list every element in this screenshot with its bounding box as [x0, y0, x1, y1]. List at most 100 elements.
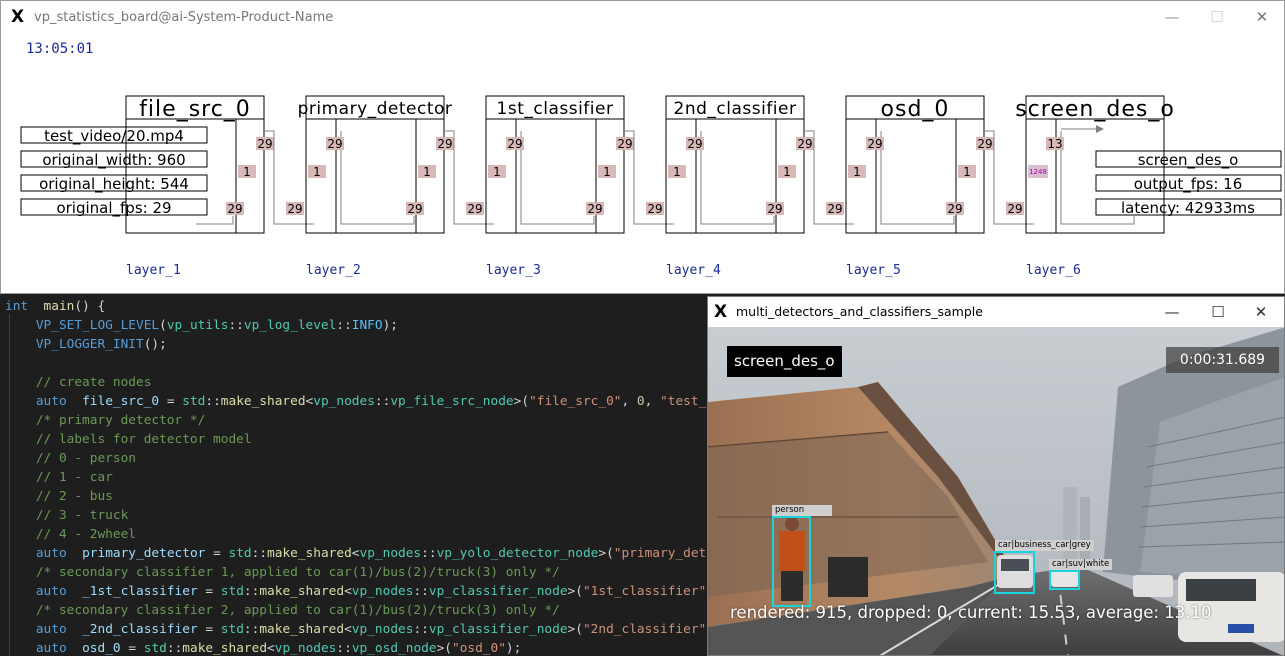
code-editor[interactable]: int main() { VP_SET_LOG_LEVEL(vp_utils::… [0, 295, 708, 656]
code-token: std [182, 394, 206, 409]
code-line[interactable]: // 4 - 2wheel [5, 525, 136, 544]
code-line[interactable]: /* secondary classifier 1, applied to ca… [5, 563, 560, 582]
code-line[interactable]: // 3 - truck [5, 506, 128, 525]
des-info-text: screen_des_o [1138, 151, 1239, 170]
code-token: /* secondary classifier 2, applied to ca… [35, 603, 560, 618]
code-token: >( [513, 394, 530, 409]
close-button[interactable]: ✕ [1247, 6, 1277, 28]
code-token: "primary_dete [613, 546, 708, 561]
code-token: ); [382, 318, 399, 333]
code-token: make_shared [259, 584, 345, 599]
detection-label-person: person [772, 505, 832, 516]
stats-title-bar[interactable]: X vp_statistics_board@ai-System-Product-… [1, 1, 1284, 35]
code-token: auto [35, 641, 67, 656]
code-token: = [159, 394, 183, 409]
detection-box-car-white [1049, 570, 1080, 590]
detection-box-car-grey [994, 551, 1035, 594]
des-info-text: output_fps: 16 [1134, 175, 1243, 194]
layer-label: layer_6 [1026, 263, 1081, 278]
osd-node-label: screen_des_o [727, 346, 842, 377]
code-token: vp_nodes [359, 546, 422, 561]
connector-inner [700, 131, 775, 225]
video-window-title: multi_detectors_and_classifiers_sample [736, 304, 983, 319]
layer-label: layer_3 [486, 263, 541, 278]
queue-count-out: 29 [587, 202, 602, 216]
code-line[interactable]: // 0 - person [5, 449, 136, 468]
code-token: vp_log_level [243, 318, 337, 333]
playback-stats: rendered: 915, dropped: 0, current: 15.5… [730, 603, 1212, 622]
code-token: "test_v [660, 394, 708, 409]
video-frame: screen_des_o 0:00:31.689 person car|busi… [708, 327, 1284, 655]
code-token: :: [228, 318, 244, 333]
code-token: file_src_0 [82, 394, 160, 409]
code-token: auto [35, 622, 67, 637]
queue-count-out: 29 [947, 202, 962, 216]
code-token: < [344, 584, 352, 599]
connector-inner [340, 131, 415, 225]
code-token: vp_yolo_detector_node [436, 546, 599, 561]
code-line[interactable]: // 2 - bus [5, 487, 113, 506]
code-line[interactable]: auto file_src_0 = std::make_shared<vp_no… [5, 392, 708, 411]
code-token: // 4 - 2wheel [35, 527, 136, 542]
code-token: :: [421, 546, 437, 561]
code-token: make_shared [267, 546, 352, 561]
queue-count-out-top: 29 [977, 137, 992, 151]
code-token: :: [251, 546, 268, 561]
queue-count-in-top: 29 [327, 137, 342, 151]
maximize-button[interactable]: ☐ [1202, 6, 1232, 28]
code-token: , [644, 394, 661, 409]
code-token: std [220, 622, 244, 637]
code-token: std [220, 584, 244, 599]
code-token: auto [35, 546, 67, 561]
node-title-primary_detector: primary_detector [298, 99, 453, 119]
code-token: = [197, 622, 221, 637]
minimize-button[interactable]: — [1157, 301, 1187, 323]
code-token: /* secondary classifier 1, applied to ca… [35, 565, 560, 580]
code-line[interactable]: int main() { [5, 297, 105, 316]
close-button[interactable]: ✕ [1246, 301, 1276, 323]
minimize-button[interactable]: — [1157, 6, 1187, 28]
maximize-button[interactable]: ☐ [1203, 301, 1233, 323]
code-token: :: [413, 584, 429, 599]
code-token: , [621, 394, 637, 409]
connector-inner [880, 131, 955, 225]
code-token: int [5, 299, 29, 314]
code-token: // 3 - truck [35, 508, 129, 523]
node-title-file_src_0: file_src_0 [139, 97, 251, 122]
code-token: // 2 - bus [35, 489, 113, 504]
code-line[interactable]: auto _1st_classifier = std::make_shared<… [5, 582, 708, 601]
video-timestamp: 0:00:31.689 [1166, 347, 1279, 373]
code-line[interactable]: // create nodes [5, 373, 152, 392]
code-line[interactable]: // 1 - car [5, 468, 113, 487]
code-line[interactable]: auto _2nd_classifier = std::make_shared<… [5, 620, 708, 639]
code-token: VP_SET_LOG_LEVEL [35, 318, 160, 333]
queue-count-out-top: 29 [437, 137, 452, 151]
video-title-bar[interactable]: X multi_detectors_and_classifiers_sample… [708, 297, 1284, 327]
code-line[interactable]: /* primary detector */ [5, 411, 206, 430]
code-line[interactable]: auto primary_detector = std::make_shared… [5, 544, 708, 563]
code-line[interactable]: /* secondary classifier 2, applied to ca… [5, 601, 560, 620]
src-info-text: original_width: 960 [42, 151, 185, 170]
queue-count-in: 29 [647, 202, 662, 216]
code-line[interactable]: VP_LOGGER_INIT(); [5, 335, 167, 354]
queue-count-in: 29 [827, 202, 842, 216]
code-token: :: [243, 622, 260, 637]
connector-src [196, 216, 234, 225]
code-token: // labels for detector model [35, 432, 252, 447]
code-line[interactable]: VP_SET_LOG_LEVEL(vp_utils::vp_log_level:… [5, 316, 398, 335]
code-line[interactable]: // labels for detector model [5, 430, 252, 449]
queue-count-out-mid: 1 [243, 165, 251, 179]
code-token: auto [35, 584, 67, 599]
queue-count-in: 29 [287, 202, 302, 216]
queue-count-in-mid: 1 [853, 165, 861, 179]
code-line[interactable]: auto osd_0 = std::make_shared<vp_nodes::… [5, 639, 522, 656]
